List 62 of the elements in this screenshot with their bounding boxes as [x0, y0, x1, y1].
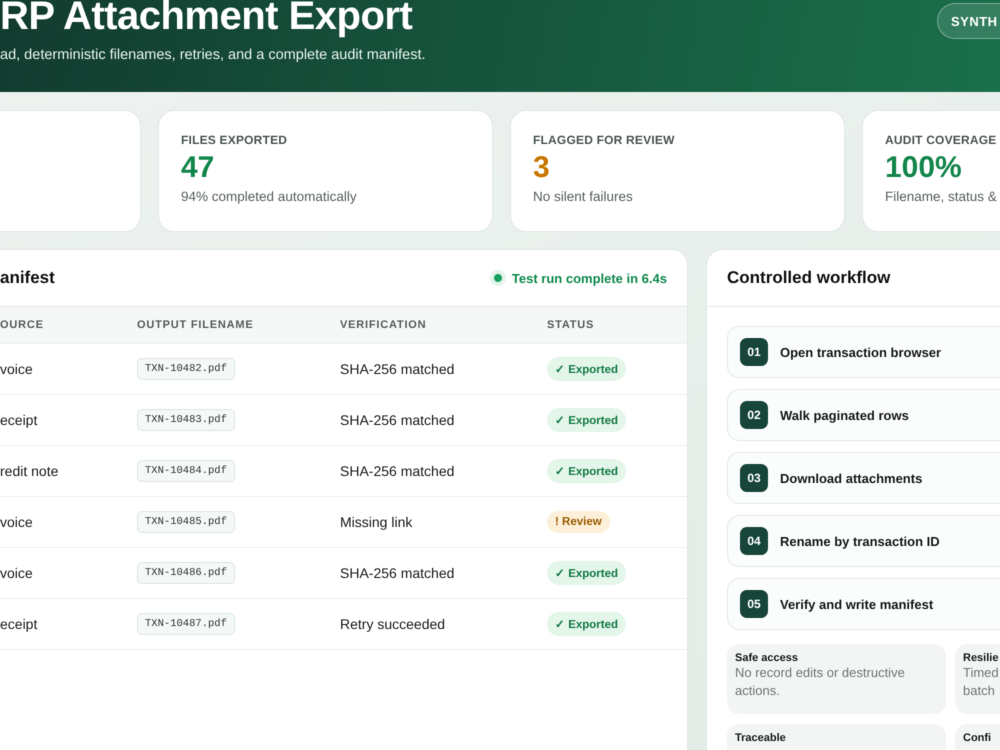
column-header: VERIFICATION [340, 319, 428, 331]
tile-text: batch [963, 682, 996, 700]
filename-chip: TXN-10486.pdf [137, 562, 235, 584]
tile-title: Traceable [735, 732, 787, 744]
stat-note: 94% completed automatically [181, 189, 358, 204]
status-badge: ✓ Exported [547, 357, 626, 381]
filename-chip: TXN-10483.pdf [137, 409, 235, 431]
step-number: 02 [740, 401, 768, 429]
step-label: Open transaction browser [780, 344, 942, 360]
status-badge: ! Review [547, 511, 610, 533]
step-number: 03 [740, 464, 768, 492]
filename-chip: TXN-10487.pdf [137, 613, 235, 635]
stat-label: AUDIT COVERAGE [885, 133, 998, 147]
panel-title: Controlled workflow [727, 268, 890, 288]
column-header: STATUS [547, 319, 596, 331]
table-cell-text: SHA-256 matched [340, 565, 456, 581]
stat-note: Filename, status & [885, 189, 998, 204]
step-label: Verify and write manifest [780, 596, 934, 612]
table-cell-text: Retry succeeded [340, 616, 446, 632]
stat-value: 3 [533, 151, 551, 185]
table-cell-text: SHA-256 matched [340, 361, 456, 377]
stat-label: FILES EXPORTED [181, 133, 288, 147]
column-header: OURCE [0, 319, 45, 331]
table-cell-text: redit note [0, 463, 60, 479]
header-button[interactable]: SYNTH [937, 3, 1000, 39]
tile-text: Timed [963, 664, 1000, 682]
step-label: Walk paginated rows [780, 408, 909, 422]
step-number: 05 [740, 590, 768, 618]
tile-text: actions. [735, 682, 781, 700]
tile-title: Confi [963, 732, 992, 744]
table-cell-text: SHA-256 matched [340, 412, 456, 428]
filename-chip: TXN-10485.pdf [137, 511, 235, 533]
stat-value: 47 [181, 151, 216, 185]
stat-value: 100% [885, 151, 963, 185]
status-text: Test run complete in 6.4s [512, 270, 667, 286]
step-number: 01 [740, 338, 768, 366]
stat-label: FLAGGED FOR REVIEW [533, 133, 676, 147]
filename-chip: TXN-10482.pdf [137, 358, 235, 380]
table-cell-text: voice [0, 514, 34, 530]
page-subtitle: ad, deterministic filenames, retries, and a complete audit manifest. [0, 47, 426, 63]
tile-text: No record edits or destructive [735, 664, 906, 682]
panel-title: anifest [0, 268, 55, 288]
step-label: Rename by transaction ID [780, 534, 940, 548]
table-cell-text: Missing link [340, 514, 414, 530]
status-badge: ✓ Exported [547, 561, 626, 585]
step-number: 04 [740, 527, 768, 555]
table-cell-text: eceipt [0, 412, 38, 428]
column-header: OUTPUT FILENAME [137, 319, 254, 331]
status-dot-icon [490, 270, 506, 286]
tile-title: Resilie [963, 652, 1000, 664]
step-label: Download attachments [780, 470, 922, 486]
page-title: RP Attachment Export [0, 0, 412, 39]
table-cell-text: voice [0, 565, 34, 581]
table-cell-text: voice [0, 361, 34, 377]
tile-title: Safe access [735, 652, 799, 664]
table-cell-text: SHA-256 matched [340, 463, 456, 479]
filename-chip: TXN-10484.pdf [137, 460, 235, 482]
status-badge: ✓ Exported [547, 408, 626, 432]
stat-note: No silent failures [533, 189, 634, 204]
table-cell-text: eceipt [0, 616, 38, 632]
status-badge: ✓ Exported [547, 612, 626, 636]
status-badge: ✓ Exported [547, 459, 626, 483]
